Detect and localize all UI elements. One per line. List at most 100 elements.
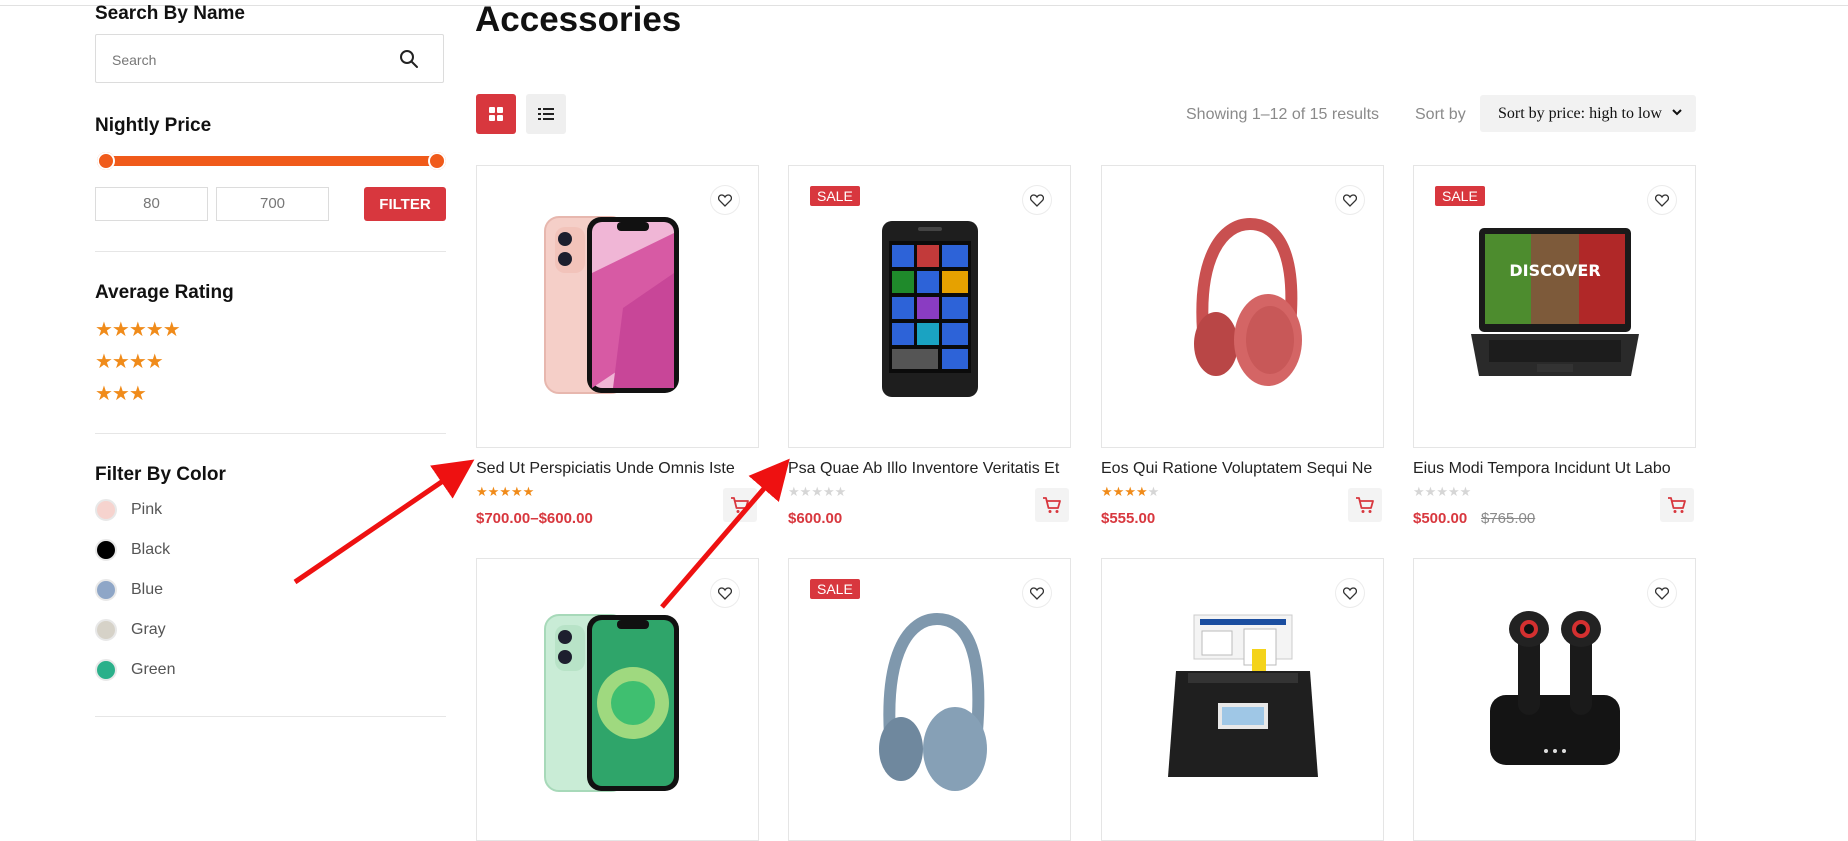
add-to-cart-button[interactable] — [1348, 488, 1382, 522]
price-min-field[interactable]: 80 — [95, 187, 208, 221]
grid-icon — [489, 107, 503, 121]
page-title: Accessories — [475, 0, 682, 39]
product-card[interactable]: DISCOVER SALE — [1413, 165, 1696, 448]
color-label: Green — [131, 661, 176, 678]
rating-option-3[interactable]: ★★★ — [95, 384, 147, 404]
wishlist-button[interactable] — [1648, 579, 1676, 607]
color-option-black[interactable]: Black — [95, 537, 170, 563]
product-rating: ★★★★★ — [1101, 484, 1160, 499]
list-view-button[interactable] — [526, 94, 566, 134]
annotation-arrow — [293, 459, 475, 585]
heart-icon — [1030, 586, 1044, 600]
product-card[interactable] — [476, 558, 759, 841]
cart-icon — [731, 497, 749, 513]
svg-text:DISCOVER: DISCOVER — [1509, 261, 1600, 280]
rating-title: Average Rating — [95, 282, 234, 303]
divider — [95, 716, 446, 717]
sort-select-value: Sort by price: high to low — [1498, 105, 1662, 122]
color-option-gray[interactable]: Gray — [95, 617, 166, 643]
add-to-cart-button[interactable] — [1660, 488, 1694, 522]
sale-badge: SALE — [810, 579, 860, 599]
product-name[interactable]: Psa Quae Ab Illo Inventore Veritatis Et — [788, 460, 1059, 478]
product-image-red-headphones[interactable] — [1178, 216, 1308, 401]
add-to-cart-button[interactable] — [1035, 488, 1069, 522]
cart-icon — [1043, 497, 1061, 513]
heart-icon — [1655, 193, 1669, 207]
grid-view-button[interactable] — [476, 94, 516, 134]
heart-icon — [1030, 193, 1044, 207]
add-to-cart-button[interactable] — [723, 488, 757, 522]
product-name[interactable]: Eius Modi Tempora Incidunt Ut Labo — [1413, 460, 1671, 478]
product-image-gaming-laptop[interactable]: DISCOVER — [1465, 224, 1645, 389]
color-swatch — [95, 499, 117, 521]
result-count: Showing 1–12 of 15 results — [1186, 106, 1380, 123]
color-option-pink[interactable]: Pink — [95, 497, 162, 523]
wishlist-button[interactable] — [711, 186, 739, 214]
product-rating: ★★★★★ — [788, 484, 847, 499]
divider — [95, 251, 446, 252]
product-price: $700.00–$600.00 — [476, 510, 593, 527]
product-card[interactable] — [476, 165, 759, 448]
product-price: $555.00 — [1101, 510, 1156, 527]
sort-select[interactable]: Sort by price: high to low — [1480, 95, 1696, 132]
filter-button[interactable]: FILTER — [364, 187, 446, 221]
color-label: Black — [131, 541, 171, 558]
color-label: Blue — [131, 581, 164, 598]
color-option-green[interactable]: Green — [95, 657, 175, 683]
product-price: $500.00 — [1413, 510, 1468, 527]
product-card[interactable] — [1101, 558, 1384, 841]
sale-badge: SALE — [1435, 186, 1485, 206]
color-label: Pink — [131, 501, 163, 518]
top-border — [0, 5, 1848, 6]
color-swatch — [95, 579, 117, 601]
color-label: Gray — [131, 621, 166, 638]
rating-option-5[interactable]: ★★★★★ — [95, 320, 181, 340]
product-rating: ★★★★★ — [476, 484, 535, 499]
heart-icon — [718, 193, 732, 207]
price-slider-track[interactable] — [105, 156, 437, 166]
heart-icon — [1655, 586, 1669, 600]
product-card[interactable] — [1413, 558, 1696, 841]
price-max-field[interactable]: 700 — [216, 187, 329, 221]
cart-icon — [1356, 497, 1374, 513]
product-price: $600.00 — [788, 510, 843, 527]
product-image-black-windows-phone[interactable] — [880, 219, 980, 404]
wishlist-button[interactable] — [1648, 186, 1676, 214]
product-name[interactable]: Sed Ut Perspiciatis Unde Omnis Iste — [476, 460, 735, 478]
product-card[interactable]: SALE — [788, 558, 1071, 841]
cart-icon — [1668, 497, 1686, 513]
divider — [95, 433, 446, 434]
heart-icon — [718, 586, 732, 600]
wishlist-button[interactable] — [1023, 579, 1051, 607]
product-rating: ★★★★★ — [1413, 484, 1472, 499]
search-icon[interactable] — [399, 49, 419, 69]
price-slider-max-handle[interactable] — [428, 152, 446, 170]
rating-option-4[interactable]: ★★★★ — [95, 352, 164, 372]
wishlist-button[interactable] — [711, 579, 739, 607]
search-title: Search By Name — [95, 3, 245, 24]
wishlist-button[interactable] — [1023, 186, 1051, 214]
color-swatch — [95, 539, 117, 561]
wishlist-button[interactable] — [1336, 186, 1364, 214]
price-title: Nightly Price — [95, 115, 212, 136]
color-swatch — [95, 619, 117, 641]
search-input[interactable] — [110, 49, 374, 71]
product-image-green-phone[interactable] — [543, 611, 693, 806]
list-icon — [538, 108, 554, 120]
heart-icon — [1343, 193, 1357, 207]
sale-badge: SALE — [810, 186, 860, 206]
product-image-wireless-earbuds[interactable] — [1470, 599, 1640, 774]
product-card[interactable]: SALE — [788, 165, 1071, 448]
product-image-pink-phone[interactable] — [543, 213, 693, 408]
product-name[interactable]: Eos Qui Ratione Voluptatem Sequi Ne — [1101, 460, 1372, 478]
color-title: Filter By Color — [95, 464, 226, 485]
chevron-down-icon — [1672, 109, 1682, 116]
product-image-blue-headphones[interactable] — [865, 611, 995, 796]
color-option-blue[interactable]: Blue — [95, 577, 163, 603]
sort-label: Sort by — [1415, 106, 1466, 123]
product-image-document-scanner[interactable] — [1158, 611, 1328, 786]
color-swatch — [95, 659, 117, 681]
product-card[interactable] — [1101, 165, 1384, 448]
wishlist-button[interactable] — [1336, 579, 1364, 607]
price-slider-min-handle[interactable] — [97, 152, 115, 170]
